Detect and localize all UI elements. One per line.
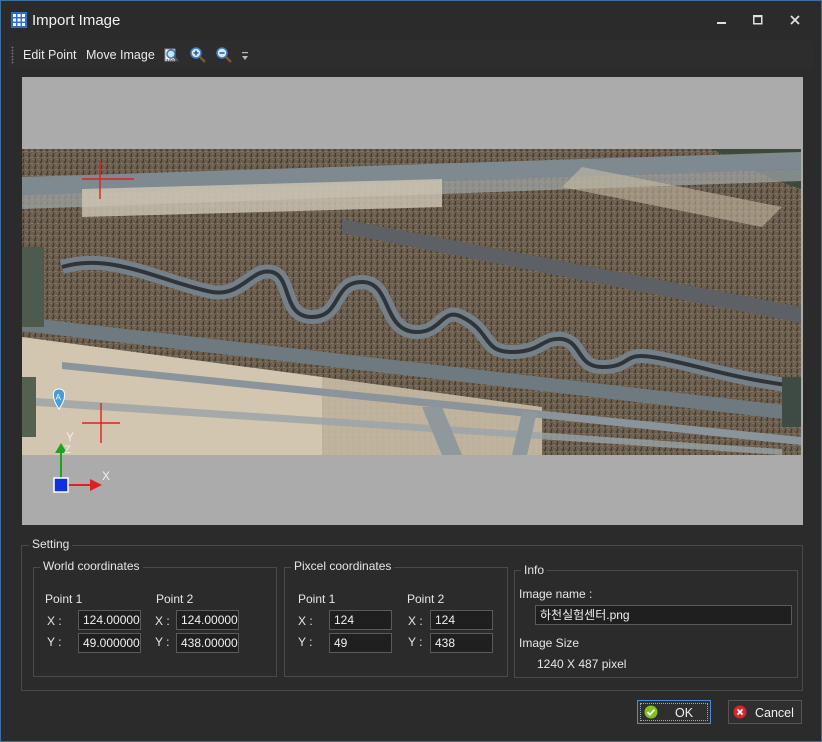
pixel-point1-x-label: X : [298,614,313,628]
svg-text:X: X [102,469,110,483]
zoom-extents-icon[interactable]: 100 [163,46,181,64]
world-point2-x-input[interactable]: 124.00000 [176,610,239,630]
cancel-icon [733,705,747,719]
image-viewport[interactable]: A Y X Z [22,77,803,525]
image-name-field[interactable]: 하천실험센터.png [535,605,792,625]
world-point2-y-label: Y : [155,635,170,649]
title-bar[interactable]: Import Image [1,1,821,39]
pixel-point1-y-label: Y : [298,635,313,649]
zoom-in-icon[interactable] [189,46,207,64]
world-point2-y-input[interactable]: 438.00000 [176,633,239,653]
setting-title: Setting [29,537,73,551]
grid-app-icon [11,12,27,28]
toolbar-grip[interactable] [11,46,14,64]
window-title: Import Image [32,12,121,29]
pixel-point1-x-input[interactable]: 124 [329,610,392,630]
pixel-point2-x-label: X : [408,614,423,628]
minimize-icon [717,22,726,24]
world-point2-x-label: X : [155,614,170,628]
svg-text:Y: Y [66,430,74,444]
svg-text:A: A [56,393,62,402]
import-image-dialog: Import Image Edit Point Move Image 100 A… [0,0,822,742]
toolbar: Edit Point Move Image 100 [9,41,813,69]
image-size-label: Image Size [519,636,580,650]
maximize-button[interactable] [743,9,773,31]
pixel-point1-y-input[interactable]: 49 [329,633,392,653]
world-coordinates-title: World coordinates [40,559,143,573]
image-name-label: Image name : [519,587,593,601]
close-icon [790,15,800,25]
ok-button[interactable]: OK [637,700,711,724]
pixel-point2-y-input[interactable]: 438 [430,633,493,653]
overflow-icon[interactable] [241,52,249,61]
aerial-image: A Y X Z [22,149,801,493]
cancel-button[interactable]: Cancel [728,700,802,724]
pixel-point2-y-label: Y : [408,635,423,649]
cancel-label: Cancel [755,706,794,720]
info-title: Info [521,563,548,577]
close-button[interactable] [780,9,810,31]
world-point1-x-input[interactable]: 124.00000 [78,610,141,630]
edit-point-button[interactable]: Edit Point [23,48,77,62]
check-icon [644,705,658,719]
zoom-out-icon[interactable] [215,46,233,64]
svg-text:100: 100 [166,59,175,64]
world-point2-label: Point 2 [156,592,194,606]
maximize-icon [753,15,763,25]
pixel-point2-label: Point 2 [407,592,445,606]
world-point1-label: Point 1 [45,592,83,606]
move-image-button[interactable]: Move Image [86,48,155,62]
world-point1-x-label: X : [47,614,62,628]
world-point1-y-label: Y : [47,635,62,649]
ok-label: OK [675,706,694,720]
minimize-button[interactable] [707,9,737,31]
svg-text:Z: Z [64,444,71,456]
image-size-value: 1240 X 487 pixel [537,657,627,671]
pixel-point2-x-input[interactable]: 124 [430,610,493,630]
pixel-coordinates-title: Pixcel coordinates [291,559,395,573]
pixel-point1-label: Point 1 [298,592,336,606]
world-point1-y-input[interactable]: 49.000000 [78,633,141,653]
